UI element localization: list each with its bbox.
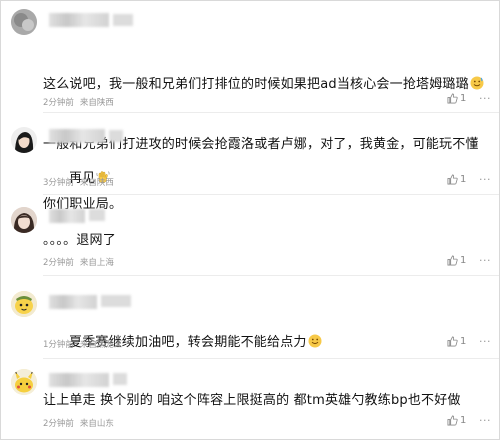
thumbs-up-icon: [447, 336, 458, 347]
like-button[interactable]: 1: [447, 93, 466, 104]
comment-meta: 3分钟前 来自陕西: [43, 176, 120, 188]
username[interactable]: [49, 129, 105, 143]
comment-location: 来自陕西: [79, 178, 114, 188]
username[interactable]: [49, 209, 85, 223]
thumbs-up-icon: [447, 255, 458, 266]
username[interactable]: [49, 373, 109, 387]
avatar[interactable]: [11, 369, 37, 395]
comment-location: 来自上海: [79, 258, 114, 268]
comment-time: 1分钟前: [43, 340, 74, 350]
comment-item: 让上单走 换个别的 咱这个阵容上限挺高的 都tm英雄勺教练bp也不好做 2分钟前…: [1, 359, 499, 439]
comment-location: 来自山东: [79, 419, 114, 429]
comment-item: 夏季赛继续加油吧，转会期能不能给点力 1分钟前 来自黑龙江 1 ···: [1, 279, 499, 359]
username-suffix: [101, 295, 131, 307]
comment-location: 来自陕西: [79, 98, 114, 108]
comment-meta: 1分钟前 来自黑龙江: [43, 338, 128, 350]
thumbs-up-icon: [447, 415, 458, 426]
comment-time: 2分钟前: [43, 258, 74, 268]
username-suffix: [113, 373, 127, 385]
username-suffix: [113, 14, 133, 26]
like-count: 1: [460, 255, 467, 266]
username[interactable]: [49, 295, 97, 309]
more-options-button[interactable]: ···: [479, 173, 491, 186]
more-options-button[interactable]: ···: [479, 92, 491, 105]
comment-meta: 2分钟前 来自山东: [43, 417, 120, 429]
more-options-button[interactable]: ···: [479, 335, 491, 348]
like-button[interactable]: 1: [447, 255, 466, 266]
like-button[interactable]: 1: [447, 336, 466, 347]
username[interactable]: [49, 13, 109, 27]
comment-text: 让上单走 换个别的 咱这个阵容上限挺高的 都tm英雄勺教练bp也不好做: [43, 393, 461, 408]
comment-text: 。。。。退网了: [43, 233, 116, 248]
avatar[interactable]: [11, 9, 37, 35]
comment-time: 2分钟前: [43, 419, 74, 429]
thumbs-up-icon: [447, 174, 458, 185]
avatar[interactable]: [11, 207, 37, 233]
more-options-button[interactable]: ···: [479, 414, 491, 427]
like-count: 1: [460, 336, 467, 347]
like-count: 1: [460, 93, 467, 104]
comment-item: 这么说吧，我一般和兄弟们打排位的时候如果把ad当核心会一抢塔姆璐璐 一般和兄弟们…: [1, 1, 499, 212]
username-suffix: [109, 130, 123, 142]
like-count: 1: [460, 415, 467, 426]
comment-location: 来自黑龙江: [79, 340, 123, 350]
username-suffix: [89, 209, 105, 221]
like-button[interactable]: 1: [447, 415, 466, 426]
comment-time: 2分钟前: [43, 98, 74, 108]
divider: [43, 275, 499, 276]
smile-emoji: [308, 334, 322, 348]
comment-list: 这么说吧，我一般和兄弟们打排位的时候如果把ad当核心会一抢塔姆璐璐 一般和兄弟们…: [0, 0, 500, 440]
comment-meta: 2分钟前 来自上海: [43, 256, 120, 268]
thumbs-up-icon: [447, 93, 458, 104]
avatar[interactable]: [11, 291, 37, 317]
like-button[interactable]: 1: [447, 174, 466, 185]
comment-item: 。。。。退网了 2分钟前 来自上海 1 ···: [1, 195, 499, 279]
comment-item: 再见 3分钟前 来自陕西 1 ···: [1, 113, 499, 195]
comment-meta: 2分钟前 来自陕西: [43, 96, 120, 108]
sweat-smile-emoji: [470, 76, 484, 90]
comment-time: 3分钟前: [43, 178, 74, 188]
avatar[interactable]: [11, 127, 37, 153]
more-options-button[interactable]: ···: [479, 254, 491, 267]
like-count: 1: [460, 174, 467, 185]
